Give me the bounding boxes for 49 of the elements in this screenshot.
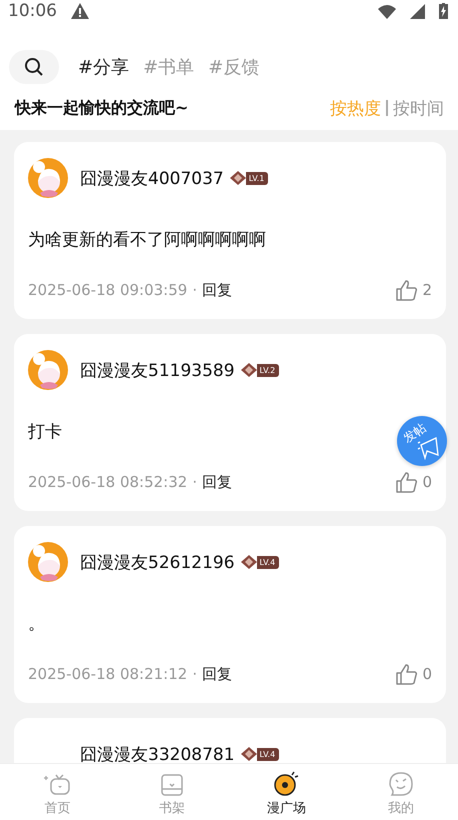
username[interactable]: 囧漫漫友51193589 — [80, 358, 235, 382]
topic-tab[interactable]: #分享 — [78, 55, 130, 79]
nav-tab[interactable]: 书架 — [114, 764, 229, 820]
like-button[interactable]: 0 — [396, 471, 432, 493]
separator-dot: · — [192, 665, 198, 683]
sort-option[interactable]: 按时间 — [393, 96, 444, 120]
reply-link[interactable]: 回复 — [202, 472, 232, 492]
search-button[interactable] — [9, 50, 59, 84]
thumbs-up-icon — [396, 471, 418, 493]
warning-icon — [71, 3, 89, 19]
nav-tab[interactable]: 漫广场 — [229, 764, 344, 820]
topic-tab[interactable]: #反馈 — [208, 55, 260, 79]
like-button[interactable]: 2 — [396, 279, 432, 301]
nav-tab[interactable]: 我的 — [344, 764, 458, 820]
username[interactable]: 囧漫漫友33208781 — [80, 742, 235, 763]
like-count: 0 — [422, 473, 432, 491]
avatar[interactable] — [28, 158, 68, 198]
avatar[interactable] — [28, 350, 68, 390]
topic-tab[interactable]: #书单 — [143, 55, 194, 79]
reply-link[interactable]: 回复 — [202, 280, 232, 300]
status-time: 10:06 — [8, 1, 57, 21]
post-content: 为啥更新的看不了阿啊啊啊啊啊 — [28, 229, 266, 252]
signal-icon — [410, 4, 425, 18]
like-count: 0 — [422, 665, 432, 683]
post-time: 2025-06-18 09:03:59 — [28, 281, 188, 299]
sort-option[interactable]: 按热度 — [330, 96, 381, 120]
smiley-icon — [388, 771, 414, 797]
tray-icon — [160, 773, 184, 797]
like-button[interactable]: 0 — [396, 663, 432, 685]
reply-link[interactable]: 回复 — [202, 664, 232, 684]
post-time: 2025-06-18 08:52:32 — [28, 473, 188, 491]
post-content: 打卡 — [28, 421, 62, 444]
wifi-icon — [378, 4, 396, 18]
subtitle: 快来一起愉快的交流吧~ — [15, 98, 190, 118]
post-time: 2025-06-18 08:21:12 — [28, 665, 188, 683]
thumbs-up-icon — [396, 663, 418, 685]
avatar[interactable] — [28, 542, 68, 582]
separator-dot: · — [192, 281, 198, 299]
like-count: 2 — [422, 281, 432, 299]
record-icon — [273, 771, 300, 797]
search-icon — [24, 57, 44, 77]
post-content: 。 — [28, 613, 45, 636]
separator-dot: · — [192, 473, 198, 491]
thumbs-up-icon — [396, 279, 418, 301]
username[interactable]: 囧漫漫友4007037 — [80, 166, 224, 190]
nav-tab[interactable]: 首页 — [0, 764, 114, 820]
username[interactable]: 囧漫漫友52612196 — [80, 550, 235, 574]
tv-icon — [42, 773, 72, 797]
battery-icon — [439, 3, 448, 19]
